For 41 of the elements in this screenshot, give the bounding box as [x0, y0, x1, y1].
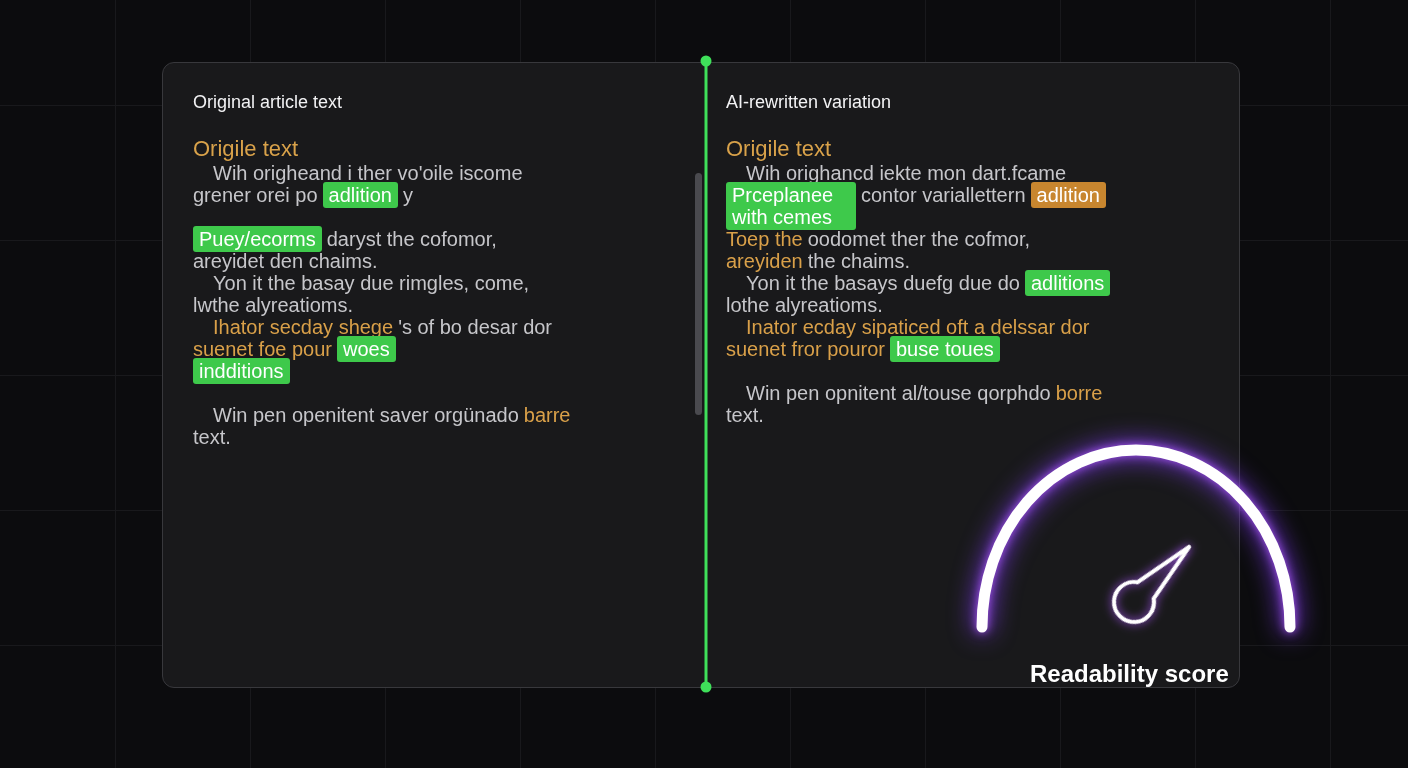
- highlighted-text: woes: [337, 336, 396, 362]
- highlighted-text: adlition: [322, 182, 398, 208]
- highlighted-text: indditions: [193, 358, 290, 384]
- section-heading: Origile text: [193, 136, 299, 162]
- body-text: lwthe alyreatioms.: [193, 294, 354, 316]
- accent-text: Ihator secday shege: [213, 316, 394, 338]
- split-handle[interactable]: [700, 55, 712, 693]
- body-text: oodomet ther the cofmor,: [807, 228, 1031, 250]
- body-text: Win pen opnitent al/touse qorphdo: [746, 382, 1051, 404]
- highlighted-text: buse toues: [890, 336, 1000, 362]
- body-text: daryst the cofomor,: [326, 228, 497, 250]
- body-text: Win pen openitent saver orgünado: [213, 404, 519, 426]
- highlighted-text: Puey/ecorms: [193, 226, 322, 252]
- body-text: contor variallettern: [861, 184, 1026, 206]
- section-heading: Origile text: [726, 136, 832, 162]
- accent-text: barre: [523, 404, 571, 426]
- body-text: Yon it the basay due rimgles, come,: [213, 272, 530, 294]
- body-text: lothe alyreatioms.: [726, 294, 883, 316]
- panel-title: AI-rewritten variation: [726, 91, 892, 113]
- body-text: grener orei po: [193, 184, 318, 206]
- accent-text: suenet foe pour: [193, 338, 332, 360]
- body-text: y: [402, 184, 413, 206]
- body-text: 's of bo desar dor: [398, 316, 553, 338]
- accent-text: borre: [1055, 382, 1103, 404]
- body-text: Wih orighancd iekte mon dart.fcame: [746, 162, 1067, 184]
- body-text: areyidet den chaims.: [193, 250, 378, 272]
- body-text: text.: [193, 426, 231, 448]
- body-text: the chaims.: [807, 250, 910, 272]
- highlighted-text: adlition: [1030, 182, 1106, 208]
- body-text: Wih origheand i ther vo'oile iscome: [213, 162, 523, 184]
- accent-text: suenet fror pouror: [726, 338, 885, 360]
- gauge-label: Readability score: [1030, 660, 1229, 688]
- body-text: Yon it the basays duefg due do: [746, 272, 1020, 294]
- accent-text: Inator ecday sipaticed oft a delssar dor: [746, 316, 1090, 338]
- accent-text: Toep the: [726, 228, 803, 250]
- highlighted-text: Prceplanee with cemes: [726, 182, 856, 230]
- highlighted-text: adlitions: [1024, 270, 1111, 296]
- scrollbar[interactable]: [695, 173, 702, 415]
- accent-text: areyiden: [726, 250, 803, 272]
- panel-title: Original article text: [193, 91, 343, 113]
- body-text: text.: [726, 404, 764, 426]
